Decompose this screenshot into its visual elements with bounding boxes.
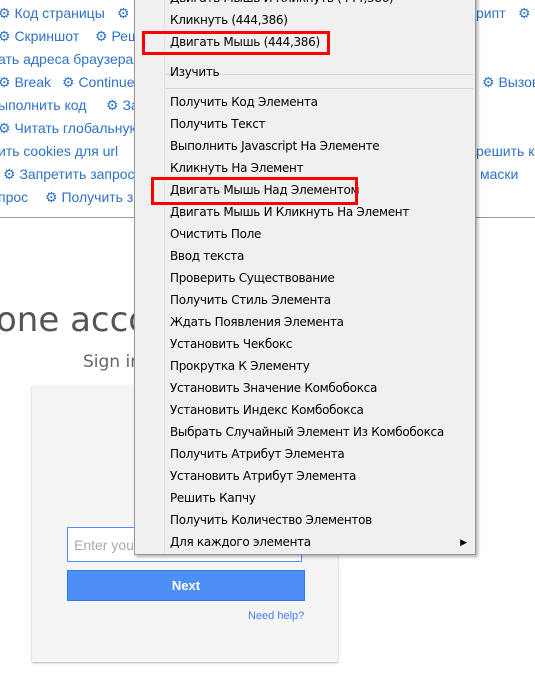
menu-item[interactable]: Проверить Существование bbox=[170, 271, 335, 285]
background-link[interactable]: маски bbox=[480, 166, 518, 182]
menu-item[interactable]: Установить Чекбокс bbox=[170, 337, 293, 351]
background-link[interactable]: ать адреса браузера bbox=[0, 51, 133, 67]
background-link[interactable]: рипт bbox=[476, 5, 506, 21]
background-link[interactable]: ⚙ bbox=[117, 5, 130, 21]
background-link[interactable]: решить к bbox=[476, 143, 534, 159]
menu-item[interactable]: Кликнуть (444,386) bbox=[170, 13, 288, 27]
menu-item[interactable]: Изучить bbox=[170, 65, 220, 79]
context-menu: Двигать Мышь И Кликнуть (444,386) Кликнут… bbox=[134, 0, 476, 555]
menu-item[interactable]: Получить Текст bbox=[170, 117, 266, 131]
sign-in-subheading: Sign in bbox=[83, 352, 141, 372]
menu-gutter bbox=[164, 0, 165, 554]
background-link[interactable]: ⚙ Код страницы bbox=[0, 5, 105, 21]
menu-item[interactable]: Получить Атрибут Элемента bbox=[170, 447, 345, 461]
background-link[interactable]: ⚙ Читать глобальную bbox=[0, 120, 140, 136]
background-link[interactable]: ить cookies для url bbox=[0, 143, 118, 159]
menu-item[interactable]: Ждать Появления Элемента bbox=[170, 315, 344, 329]
menu-item[interactable]: Установить Значение Комбобокса bbox=[170, 381, 377, 395]
background-link[interactable]: прос bbox=[0, 189, 28, 205]
menu-item[interactable]: Решить Капчу bbox=[170, 491, 256, 505]
menu-item[interactable]: Установить Атрибут Элемента bbox=[170, 469, 356, 483]
menu-item[interactable]: Получить Код Элемента bbox=[170, 95, 318, 109]
need-help-link[interactable]: Need help? bbox=[248, 610, 304, 622]
menu-separator bbox=[166, 88, 473, 89]
menu-item[interactable]: Кликнуть На Элемент bbox=[170, 161, 304, 175]
menu-item[interactable]: Ввод текста bbox=[170, 249, 244, 263]
menu-item[interactable]: Прокрутка К Элементу bbox=[170, 359, 310, 373]
next-button[interactable]: Next bbox=[67, 570, 305, 601]
menu-item[interactable]: Двигать Мышь И Кликнуть На Элемент bbox=[170, 205, 409, 219]
background-link[interactable]: ⚙ С bbox=[518, 5, 535, 21]
menu-item[interactable]: Установить Индекс Комбобокса bbox=[170, 403, 364, 417]
background-link[interactable]: ыполнить код bbox=[0, 97, 86, 113]
menu-item[interactable]: Выполнить Javascript На Элементе bbox=[170, 139, 380, 153]
background-link[interactable]: ⚙ Break bbox=[0, 74, 51, 90]
background-link[interactable]: ⚙ Вызов bbox=[482, 74, 535, 90]
background-link[interactable]: ⚙ Continue bbox=[62, 74, 134, 90]
highlight-box bbox=[151, 177, 358, 205]
menu-item[interactable]: Выбрать Случайный Элемент Из Комбобокса bbox=[170, 425, 444, 439]
submenu-arrow-icon: ▶ bbox=[460, 537, 467, 547]
background-link[interactable]: ⚙ Запретить запрос bbox=[3, 166, 135, 182]
background-link[interactable]: ⚙ Скриншот bbox=[0, 28, 79, 44]
background-link[interactable]: ⚙ Получить з bbox=[45, 189, 133, 205]
menu-item[interactable]: Получить Количество Элементов bbox=[170, 513, 372, 527]
menu-item[interactable]: Для каждого элемента bbox=[170, 535, 311, 549]
background-link[interactable]: ⚙ Реш bbox=[95, 28, 139, 44]
menu-item[interactable]: Получить Стиль Элемента bbox=[170, 293, 331, 307]
menu-item[interactable]: Очистить Поле bbox=[170, 227, 261, 241]
highlight-box bbox=[142, 31, 330, 55]
menu-item[interactable]: Двигать Мышь И Кликнуть (444,386) bbox=[170, 0, 394, 5]
